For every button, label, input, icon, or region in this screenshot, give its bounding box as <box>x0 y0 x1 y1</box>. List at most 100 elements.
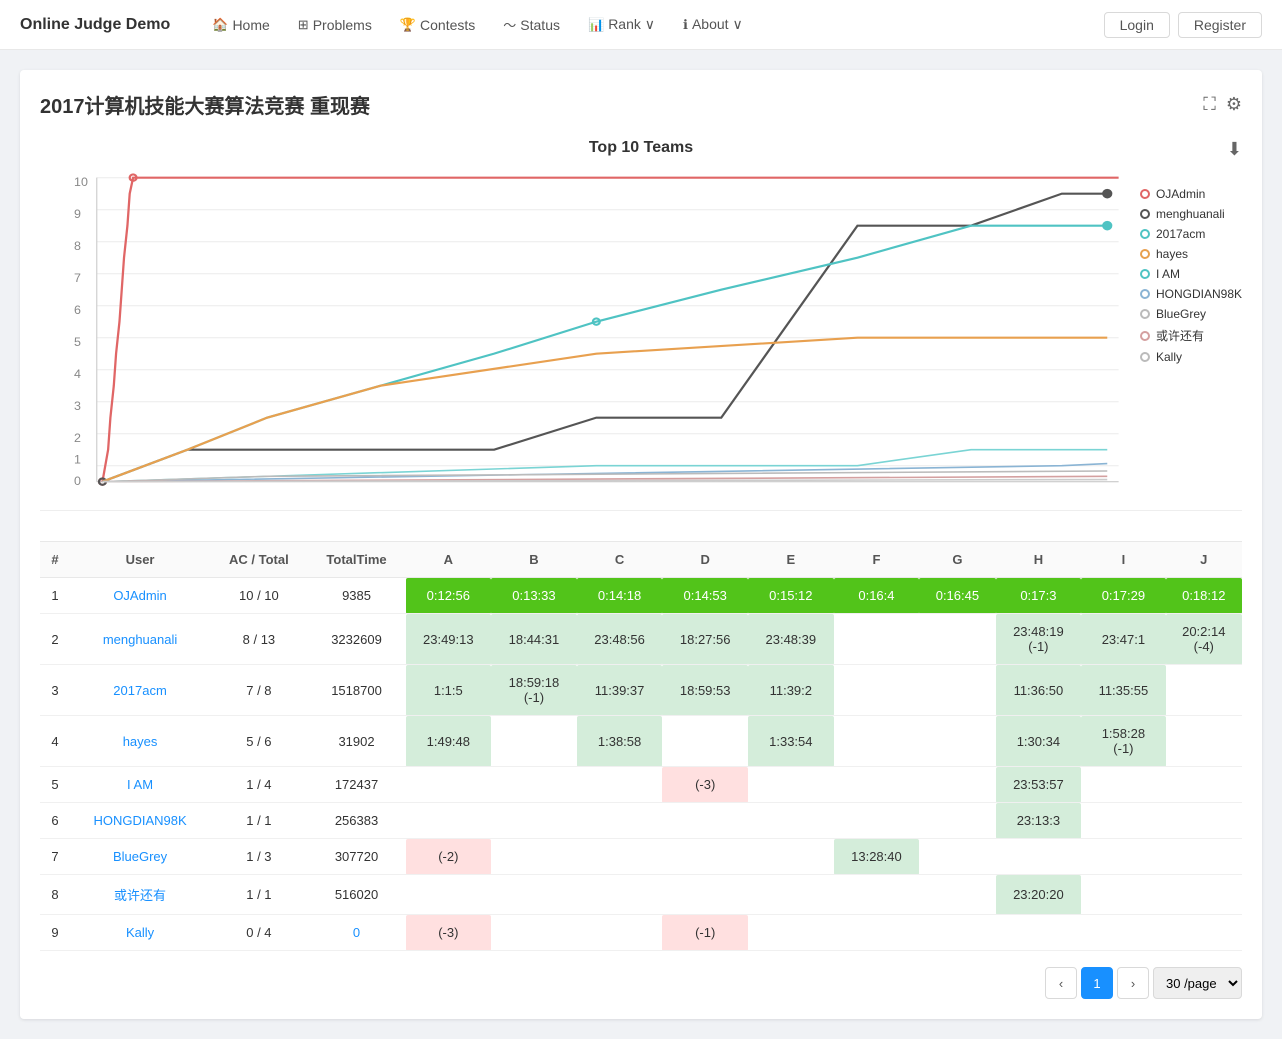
table-row: 2menghuanali8 / 13323260923:49:1318:44:3… <box>40 614 1242 665</box>
navbar: Online Judge Demo 🏠 Home ⊞ Problems 🏆 Co… <box>0 0 1282 50</box>
problem-cell <box>491 839 577 875</box>
user-link[interactable]: I AM <box>127 777 153 792</box>
user-link[interactable]: Kally <box>126 925 154 940</box>
pagination: ‹ 1 › 30 /page <box>40 967 1242 999</box>
problem-cell <box>748 803 834 839</box>
fullscreen-icon[interactable]: ⛶ <box>1203 94 1216 115</box>
svg-text:8: 8 <box>74 240 81 254</box>
problem-cell <box>834 803 920 839</box>
nav-home-label: Home <box>232 17 269 33</box>
nav-rank-label: Rank ∨ <box>608 16 655 33</box>
legend-label: HONGDIAN98K <box>1156 287 1242 301</box>
problem-cell <box>406 767 492 803</box>
problem-cell: 0:13:33 <box>491 578 577 614</box>
problem-cell <box>919 875 995 915</box>
legend-item: HONGDIAN98K <box>1140 287 1242 301</box>
user-link[interactable]: OJAdmin <box>113 588 166 603</box>
problem-cell: 23:49:13 <box>406 614 492 665</box>
problem-cell <box>1166 767 1242 803</box>
ac-total-cell: 1 / 3 <box>210 839 307 875</box>
problem-cell: 1:49:48 <box>406 716 492 767</box>
ac-total-cell: 8 / 13 <box>210 614 307 665</box>
table-header-cell: # <box>40 542 70 578</box>
nav-home[interactable]: 🏠 Home <box>200 0 282 50</box>
about-icon: ℹ <box>683 17 688 33</box>
problem-cell: 23:48:56 <box>577 614 663 665</box>
svg-text:6: 6 <box>74 304 81 318</box>
svg-text:7: 7 <box>74 272 81 286</box>
problem-cell: 0:17:29 <box>1081 578 1165 614</box>
problem-cell: 11:39:2 <box>748 665 834 716</box>
table-header-cell: G <box>919 542 995 578</box>
user-link[interactable]: BlueGrey <box>113 849 167 864</box>
header-actions: ⛶ ⚙ <box>1203 94 1242 115</box>
nav-about[interactable]: ℹ About ∨ <box>671 0 755 50</box>
problem-cell: 0:12:56 <box>406 578 492 614</box>
rank-cell: 2 <box>40 614 70 665</box>
problem-cell <box>748 875 834 915</box>
problem-cell: 18:27:56 <box>662 614 748 665</box>
nav-contests[interactable]: 🏆 Contests <box>388 0 487 50</box>
user-link[interactable]: 或许还有 <box>114 888 166 903</box>
current-page-button[interactable]: 1 <box>1081 967 1113 999</box>
rank-cell: 1 <box>40 578 70 614</box>
table-header-cell: B <box>491 542 577 578</box>
problem-cell: (-2) <box>406 839 492 875</box>
problem-cell <box>919 803 995 839</box>
total-time-cell: 307720 <box>308 839 406 875</box>
problem-cell: 23:48:19 (-1) <box>996 614 1082 665</box>
register-button[interactable]: Register <box>1178 12 1262 38</box>
page-size-select[interactable]: 30 /page <box>1153 967 1242 999</box>
total-time-cell: 256383 <box>308 803 406 839</box>
problem-cell <box>577 803 663 839</box>
problem-cell <box>748 767 834 803</box>
user-link[interactable]: HONGDIAN98K <box>93 813 186 828</box>
legend-label: I AM <box>1156 267 1180 281</box>
total-time-cell: 0 <box>308 915 406 951</box>
legend-label: Kally <box>1156 350 1182 364</box>
problem-cell <box>1081 875 1165 915</box>
user-link[interactable]: menghuanali <box>103 632 177 647</box>
problem-cell <box>748 839 834 875</box>
problem-cell <box>919 767 995 803</box>
problem-cell <box>491 716 577 767</box>
nav-contests-label: Contests <box>420 17 475 33</box>
problem-cell: 23:47:1 <box>1081 614 1165 665</box>
ac-total-cell: 1 / 1 <box>210 803 307 839</box>
problem-cell <box>834 767 920 803</box>
problem-cell <box>662 803 748 839</box>
legend-dot <box>1140 289 1150 299</box>
rank-cell: 4 <box>40 716 70 767</box>
user-link[interactable]: hayes <box>123 734 158 749</box>
nav-problems[interactable]: ⊞ Problems <box>286 0 384 50</box>
problem-cell: 23:53:57 <box>996 767 1082 803</box>
problem-cell <box>919 716 995 767</box>
problem-cell <box>1081 839 1165 875</box>
legend-label: hayes <box>1156 247 1188 261</box>
nav-status[interactable]: 〜 Status <box>491 0 572 50</box>
svg-text:9: 9 <box>74 208 81 222</box>
problem-cell <box>491 875 577 915</box>
next-page-button[interactable]: › <box>1117 967 1149 999</box>
problem-cell: 11:36:50 <box>996 665 1082 716</box>
nav-rank[interactable]: 📊 Rank ∨ <box>576 0 667 50</box>
table-header-cell: F <box>834 542 920 578</box>
contests-icon: 🏆 <box>400 17 416 33</box>
problem-cell <box>834 614 920 665</box>
chart-container: Top 10 Teams ⬇ 10 9 8 7 6 5 4 3 2 1 0 <box>40 139 1242 511</box>
download-icon[interactable]: ⬇ <box>1227 139 1242 160</box>
problem-cell: 18:44:31 <box>491 614 577 665</box>
rank-cell: 3 <box>40 665 70 716</box>
legend-item: menghuanali <box>1140 207 1242 221</box>
problem-cell <box>919 614 995 665</box>
login-button[interactable]: Login <box>1104 12 1170 38</box>
problem-cell <box>662 839 748 875</box>
problem-cell <box>834 915 920 951</box>
prev-page-button[interactable]: ‹ <box>1045 967 1077 999</box>
legend-label: BlueGrey <box>1156 307 1206 321</box>
svg-text:5: 5 <box>74 336 81 350</box>
ac-total-cell: 1 / 4 <box>210 767 307 803</box>
user-link[interactable]: 2017acm <box>113 683 166 698</box>
problem-cell <box>1081 915 1165 951</box>
settings-icon[interactable]: ⚙ <box>1226 94 1242 115</box>
